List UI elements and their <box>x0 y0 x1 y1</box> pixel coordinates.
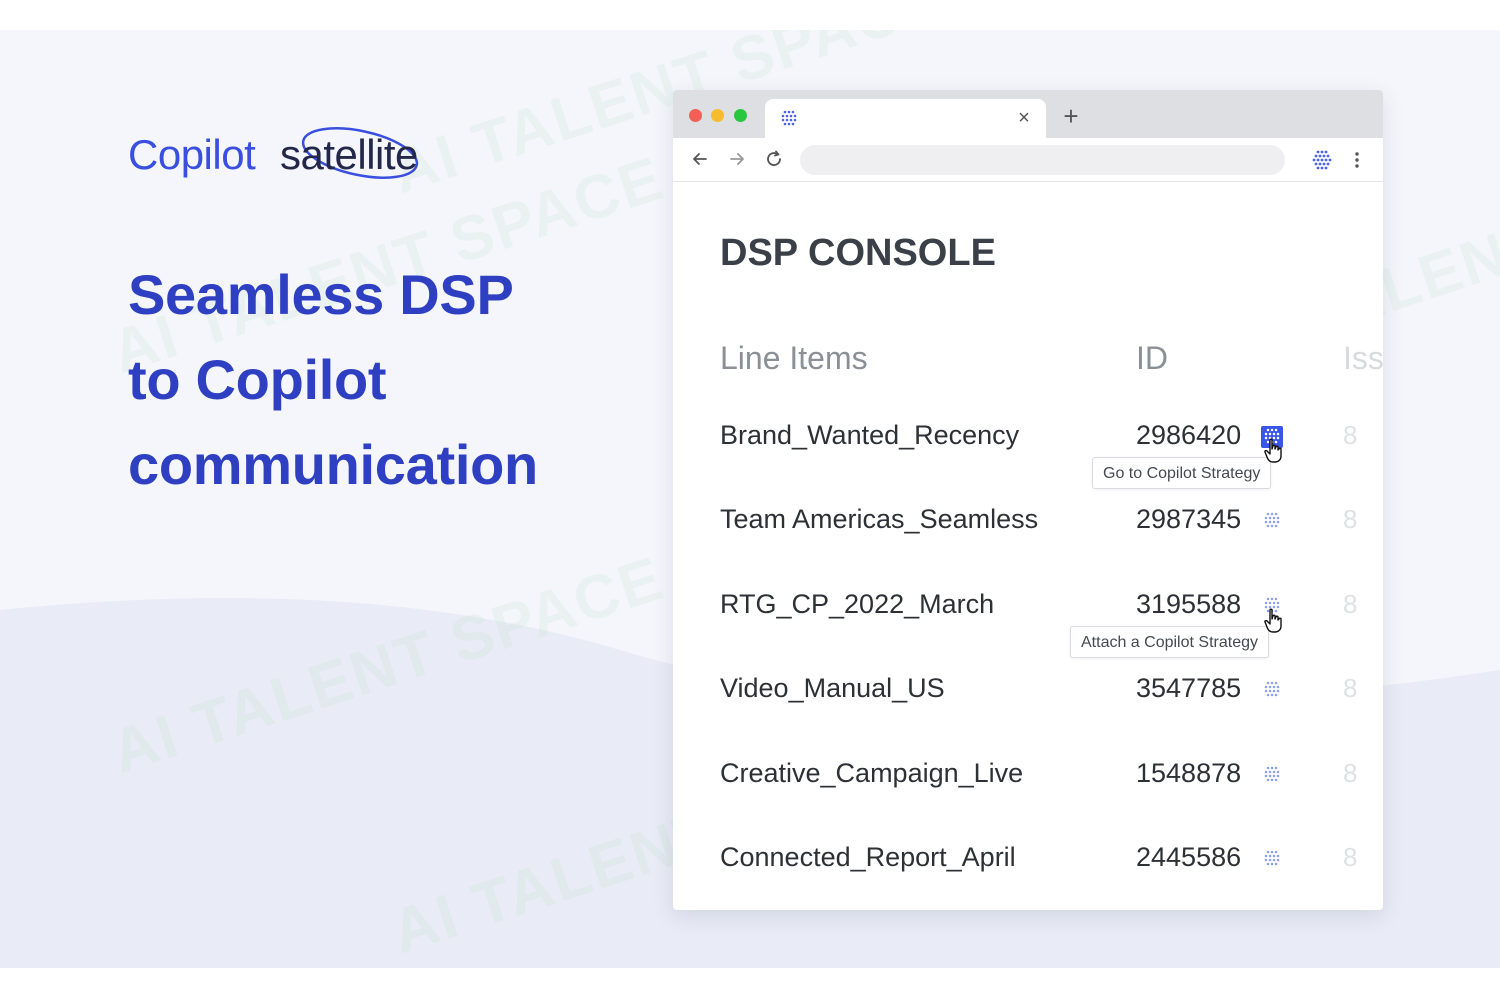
hero-headline: Seamless DSP to Copilot communication <box>128 252 598 507</box>
line-item-name[interactable]: Video_Manual_US <box>720 673 945 704</box>
hand-cursor-icon <box>1264 608 1282 633</box>
browser-toolbar <box>673 138 1383 182</box>
line-item-iss: 8 <box>1343 504 1358 535</box>
copilot-satellite-logo: Copilot satellite <box>128 125 458 215</box>
copilot-hex-icon <box>1264 766 1280 781</box>
window-minimize-dot[interactable] <box>711 109 724 122</box>
plus-icon[interactable]: + <box>1059 103 1083 129</box>
line-item-name[interactable]: Team Americas_Seamless <box>720 504 1038 535</box>
forward-arrow-icon[interactable] <box>726 148 748 170</box>
line-item-iss: 8 <box>1343 842 1358 872</box>
line-item-id: 3547785 <box>1136 673 1242 704</box>
line-item-id: 1548878 <box>1136 757 1242 788</box>
line-item-id: 2445586 <box>1136 842 1242 872</box>
line-item-iss: 8 <box>1343 420 1358 450</box>
copilot-strategy-button[interactable] <box>1261 510 1283 532</box>
address-bar[interactable] <box>800 145 1285 175</box>
browser-window: × + DSP CONSOLE Line Items ID Iss Brand_… <box>673 90 1383 910</box>
line-item-name[interactable]: Brand_Wanted_Recency <box>720 420 1019 451</box>
window-close-dot[interactable] <box>689 109 702 122</box>
tab-strip: × + <box>673 90 1383 138</box>
reload-icon[interactable] <box>763 148 785 170</box>
table-row[interactable]: Connected_Report_April 2445586 8 <box>673 842 1383 910</box>
copilot-strategy-button[interactable] <box>1261 764 1283 786</box>
column-header-line-items: Line Items <box>720 340 868 376</box>
line-item-id: 2987345 <box>1136 504 1242 535</box>
line-item-iss: 8 <box>1343 588 1358 619</box>
line-item-id: 2986420 <box>1136 420 1242 450</box>
window-maximize-dot[interactable] <box>734 109 747 122</box>
logo-word-satellite: satellite <box>280 131 418 178</box>
close-icon[interactable]: × <box>1014 107 1034 129</box>
line-item-iss: 8 <box>1343 757 1358 788</box>
kebab-menu-icon[interactable] <box>1353 149 1361 171</box>
line-item-name[interactable]: RTG_CP_2022_March <box>720 589 994 620</box>
headline-line: to Copilot <box>128 348 387 411</box>
copilot-hex-icon <box>1264 513 1280 528</box>
line-item-id: 3195588 <box>1136 588 1242 619</box>
copilot-hex-icon <box>1264 681 1280 697</box>
line-item-iss: 8 <box>1343 673 1358 704</box>
table-row[interactable]: Creative_Campaign_Live 1548878 8 <box>673 758 1383 842</box>
headline-line: communication <box>128 433 538 496</box>
copilot-strategy-button[interactable] <box>1261 679 1283 701</box>
tooltip-attach-strategy: Attach a Copilot Strategy <box>1070 626 1269 658</box>
copilot-strategy-button[interactable] <box>1261 848 1283 870</box>
copilot-hex-icon <box>781 110 797 126</box>
tooltip-go-to-strategy: Go to Copilot Strategy <box>1092 457 1272 489</box>
copilot-hex-icon <box>1264 850 1280 866</box>
column-header-iss: Iss <box>1343 340 1383 376</box>
line-item-name[interactable]: Creative_Campaign_Live <box>720 758 1023 789</box>
line-item-name[interactable]: Connected_Report_April <box>720 842 1016 873</box>
headline-line: Seamless DSP <box>128 263 514 326</box>
column-header-id: ID <box>1136 340 1168 376</box>
table-row[interactable]: Video_Manual_US 3547785 8 <box>673 673 1383 757</box>
browser-tab[interactable]: × <box>765 99 1046 138</box>
copilot-hex-icon[interactable] <box>1310 148 1334 172</box>
page-title: DSP CONSOLE <box>720 232 996 274</box>
hand-cursor-icon <box>1264 438 1282 463</box>
logo-word-copilot: Copilot <box>128 131 256 178</box>
back-arrow-icon[interactable] <box>689 148 711 170</box>
table-row[interactable]: Team Americas_Seamless 2987345 8 <box>673 504 1383 588</box>
